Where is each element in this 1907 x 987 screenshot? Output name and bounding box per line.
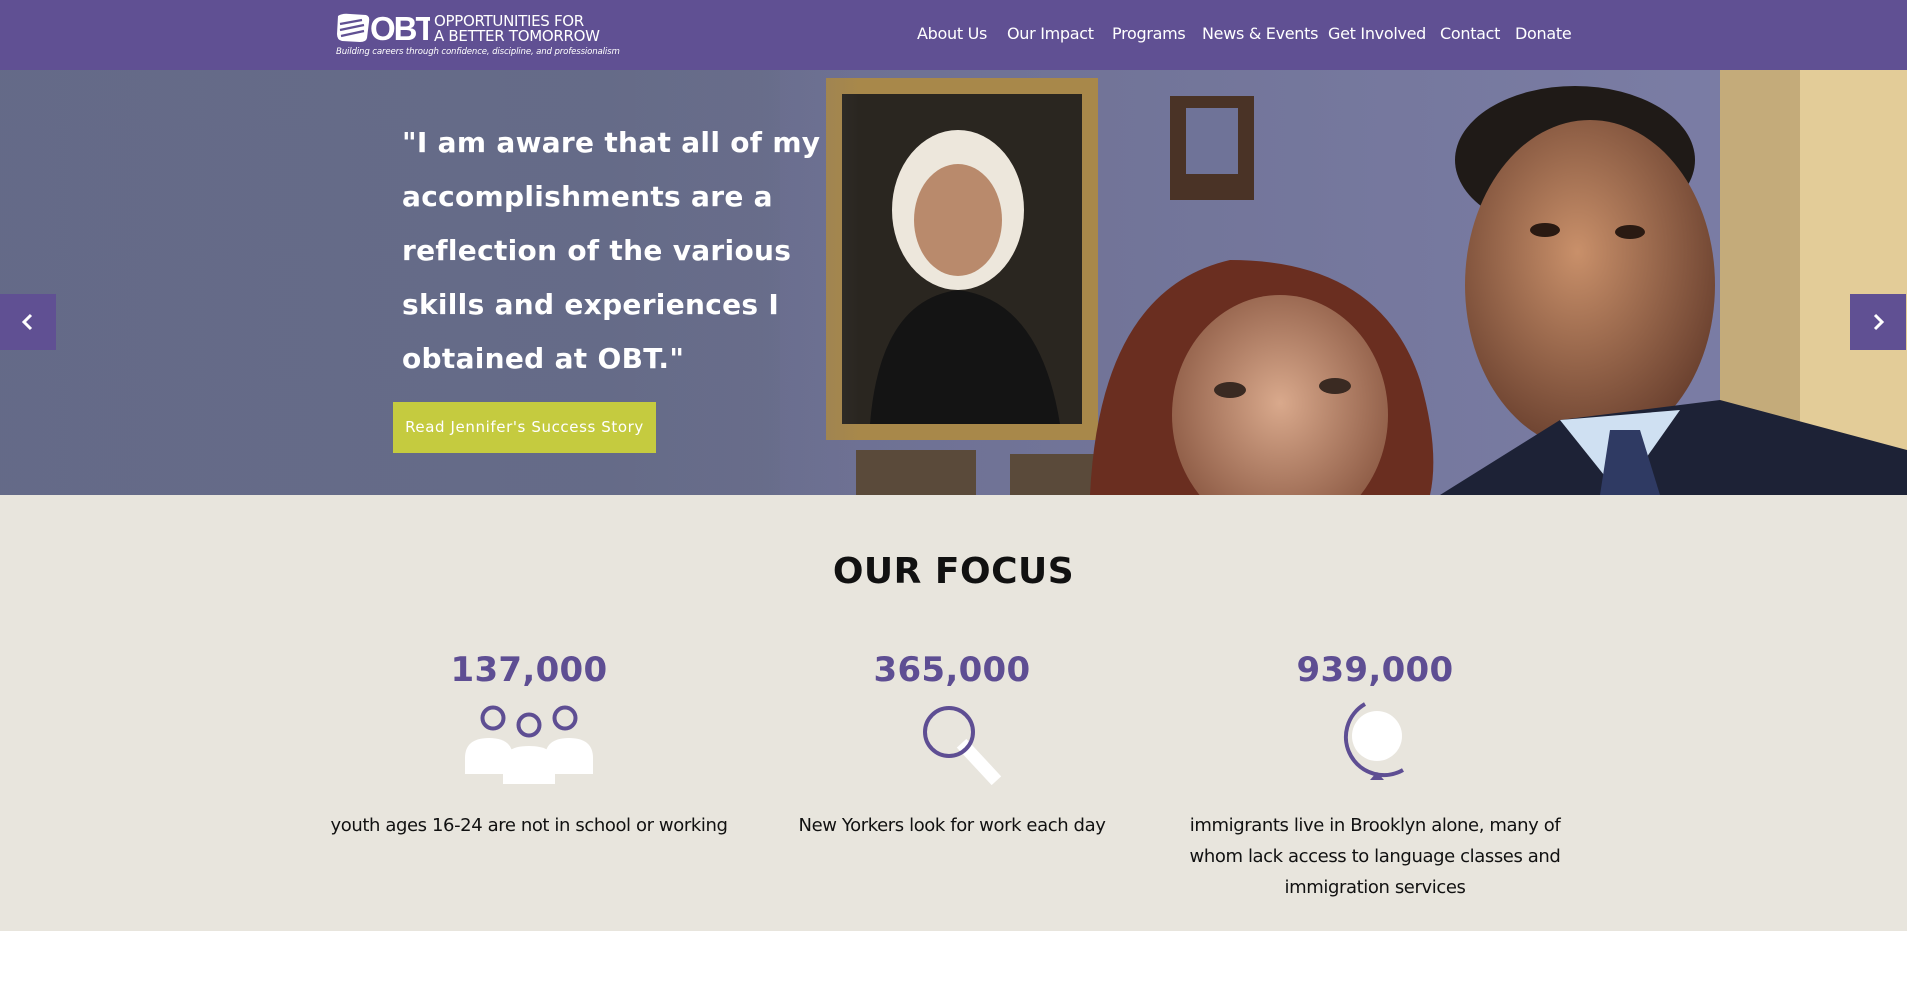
stat-number: 365,000	[873, 650, 1031, 690]
people-group-icon	[465, 705, 593, 784]
nav-about-us[interactable]: About Us	[917, 24, 987, 44]
focus-stat-immigrants: 939,000 immigrants live in Brooklyn alon…	[1175, 650, 1575, 898]
site-header: OBT OPPORTUNITIES FOR A BETTER TOMORROW …	[0, 0, 1907, 70]
nav-donate[interactable]: Donate	[1515, 24, 1572, 44]
nav-programs[interactable]: Programs	[1112, 24, 1186, 44]
focus-stat-youth: 137,000 youth ages 16-24 are not in scho…	[329, 650, 729, 836]
stat-description: New Yorkers look for work each day	[798, 815, 1106, 836]
nav-contact[interactable]: Contact	[1440, 24, 1500, 44]
our-focus-section: OUR FOCUS 137,000 youth ages 16-24 are n…	[0, 495, 1907, 931]
slider-next-button[interactable]	[1850, 294, 1906, 350]
nav-get-involved[interactable]: Get Involved	[1328, 24, 1426, 44]
chevron-right-icon	[1873, 313, 1885, 331]
stat-description: youth ages 16-24 are not in school or wo…	[330, 815, 728, 836]
focus-stat-jobseekers: 365,000 New Yorkers look for work each d…	[752, 650, 1152, 836]
globe-icon	[1343, 702, 1404, 780]
nav-news-events[interactable]: News & Events	[1202, 24, 1318, 44]
stat-number: 939,000	[1296, 650, 1454, 690]
chevron-left-icon	[21, 313, 33, 331]
nav-our-impact[interactable]: Our Impact	[1007, 24, 1094, 44]
main-nav: About Us Our Impact Programs News & Even…	[0, 0, 1907, 70]
hero-slider: "I am aware that all of my accomplishmen…	[0, 70, 1907, 495]
stat-description: immigrants live in Brooklyn alone, many …	[1189, 815, 1561, 898]
magnifier-icon	[923, 706, 1002, 786]
hero-quote: "I am aware that all of my accomplishmen…	[402, 126, 821, 375]
slider-prev-button[interactable]	[0, 294, 56, 350]
success-story-button[interactable]: Read Jennifer's Success Story	[393, 402, 656, 453]
focus-title: OUR FOCUS	[832, 551, 1075, 592]
stat-number: 137,000	[450, 650, 608, 690]
